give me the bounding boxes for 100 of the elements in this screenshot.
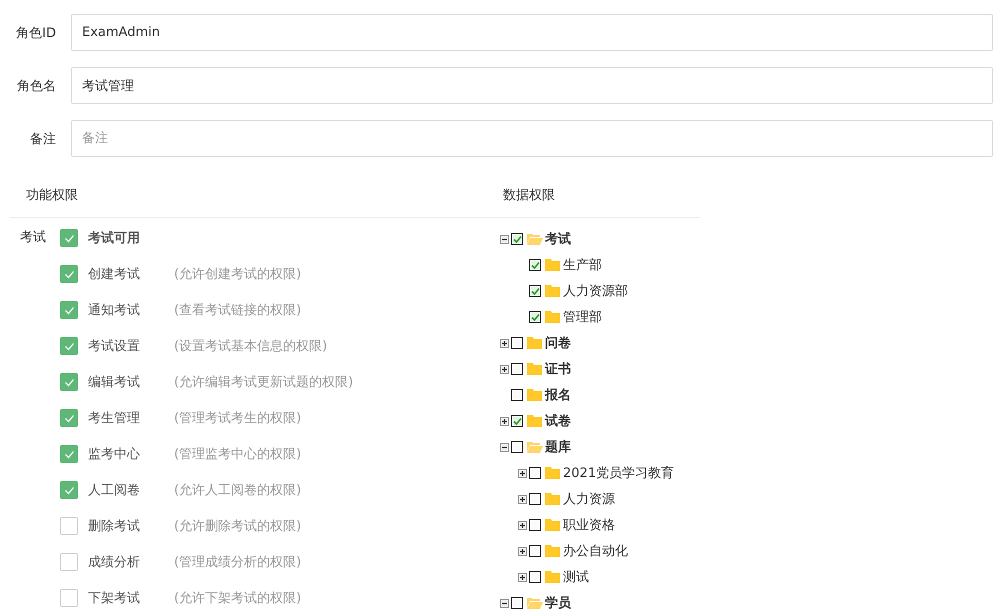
checkbox[interactable] (60, 373, 78, 391)
check-icon (530, 312, 540, 322)
permission-name: 人工阅卷 (88, 482, 141, 499)
permission-name: 编辑考试 (88, 374, 141, 391)
tree-label[interactable]: 考试 (545, 230, 571, 248)
tree-label[interactable]: 职业资格 (563, 516, 615, 534)
expand-icon[interactable] (500, 416, 509, 426)
expand-icon[interactable] (518, 494, 527, 504)
folder-icon (526, 336, 543, 350)
tree-label[interactable]: 报名 (545, 386, 571, 404)
tree-checkbox[interactable] (511, 415, 523, 427)
tree-checkbox[interactable] (529, 571, 541, 583)
check-icon (512, 416, 522, 426)
permission-name: 考试可用 (88, 230, 141, 247)
permission-name: 创建考试 (88, 266, 141, 283)
permission-name: 删除考试 (88, 518, 141, 535)
expand-icon[interactable] (518, 546, 527, 556)
tree-checkbox[interactable] (511, 441, 523, 453)
checkbox[interactable] (60, 265, 78, 283)
check-icon (64, 342, 74, 350)
tree-label[interactable]: 人力资源部 (563, 282, 628, 300)
collapse-icon[interactable] (500, 234, 509, 244)
folder-icon (526, 596, 543, 610)
tree-label[interactable]: 管理部 (563, 308, 602, 326)
folder-icon (544, 258, 561, 272)
tree-checkbox[interactable] (529, 259, 541, 271)
permission-hint: (允许删除考试的权限) (174, 518, 302, 535)
tree-checkbox[interactable] (529, 285, 541, 297)
check-icon (64, 450, 74, 458)
checkbox[interactable] (60, 589, 78, 607)
field-label: 角色名 (16, 78, 56, 94)
permission-hint: (管理成绩分析的权限) (174, 554, 302, 571)
tree-checkbox[interactable] (529, 311, 541, 323)
tree-label[interactable]: 生产部 (563, 256, 602, 274)
tree-checkbox[interactable] (529, 467, 541, 479)
tree-label[interactable]: 题库 (545, 438, 571, 456)
collapse-icon[interactable] (500, 598, 509, 608)
checkbox[interactable] (60, 409, 78, 427)
expand-icon[interactable] (518, 572, 527, 582)
folder-icon (544, 570, 561, 584)
folder-icon (526, 388, 543, 402)
expand-icon[interactable] (518, 520, 527, 530)
permission-name: 成绩分析 (88, 554, 141, 571)
field-label: 角色ID (15, 24, 56, 42)
folder-icon (544, 518, 561, 532)
check-icon (64, 306, 74, 314)
permission-name: 监考中心 (88, 446, 141, 463)
tree-label[interactable]: 测试 (563, 568, 589, 586)
tree-label[interactable]: 人力资源 (563, 490, 615, 508)
tree-label[interactable]: 学员 (545, 594, 571, 611)
tree-checkbox[interactable] (511, 363, 523, 375)
tree-label[interactable]: 试卷 (545, 412, 571, 430)
check-icon (64, 378, 74, 386)
permission-hint: (允许下架考试的权限) (174, 590, 302, 607)
folder-icon (544, 466, 561, 480)
folder-icon (544, 310, 561, 324)
checkbox[interactable] (60, 553, 78, 571)
tree-label[interactable]: 办公自动化 (563, 542, 628, 560)
check-icon (64, 270, 74, 278)
folder-icon (526, 232, 543, 246)
folder-icon (526, 414, 543, 428)
check-icon (512, 234, 522, 244)
checkbox[interactable] (60, 337, 78, 355)
tree-checkbox[interactable] (511, 337, 523, 349)
check-icon (64, 486, 74, 494)
tree-label[interactable]: 证书 (545, 360, 571, 378)
permission-hint: (管理考试考生的权限) (174, 410, 302, 427)
text-field[interactable]: ExamAdmin (71, 14, 993, 51)
section-title: 数据权限 (503, 187, 555, 204)
group-label: 考试 (19, 229, 46, 247)
tree-checkbox[interactable] (529, 519, 541, 531)
folder-icon (544, 284, 561, 298)
check-icon (530, 260, 540, 270)
section-title: 功能权限 (26, 187, 78, 204)
permission-hint: (允许创建考试的权限) (174, 266, 302, 283)
text-field[interactable]: 备注 (71, 120, 993, 157)
tree-checkbox[interactable] (529, 545, 541, 557)
text-field[interactable]: 考试管理 (71, 67, 993, 104)
permission-name: 下架考试 (88, 590, 141, 607)
expand-icon[interactable] (500, 364, 509, 374)
checkbox[interactable] (60, 517, 78, 535)
tree-label[interactable]: 问卷 (545, 334, 571, 352)
folder-icon (544, 544, 561, 558)
folder-icon (544, 492, 561, 506)
checkbox[interactable] (60, 229, 78, 247)
checkbox[interactable] (60, 445, 78, 463)
tree-checkbox[interactable] (511, 597, 523, 609)
expand-icon[interactable] (500, 338, 509, 348)
check-icon (64, 414, 74, 422)
collapse-icon[interactable] (500, 442, 509, 452)
tree-checkbox[interactable] (511, 233, 523, 245)
permission-name: 考试设置 (88, 338, 141, 355)
folder-icon (526, 362, 543, 376)
tree-checkbox[interactable] (511, 389, 523, 401)
tree-label[interactable]: 2021党员学习教育 (563, 464, 674, 482)
expand-icon[interactable] (518, 468, 527, 478)
checkbox[interactable] (60, 481, 78, 499)
tree-checkbox[interactable] (529, 493, 541, 505)
checkbox[interactable] (60, 301, 78, 319)
check-icon (64, 234, 74, 242)
